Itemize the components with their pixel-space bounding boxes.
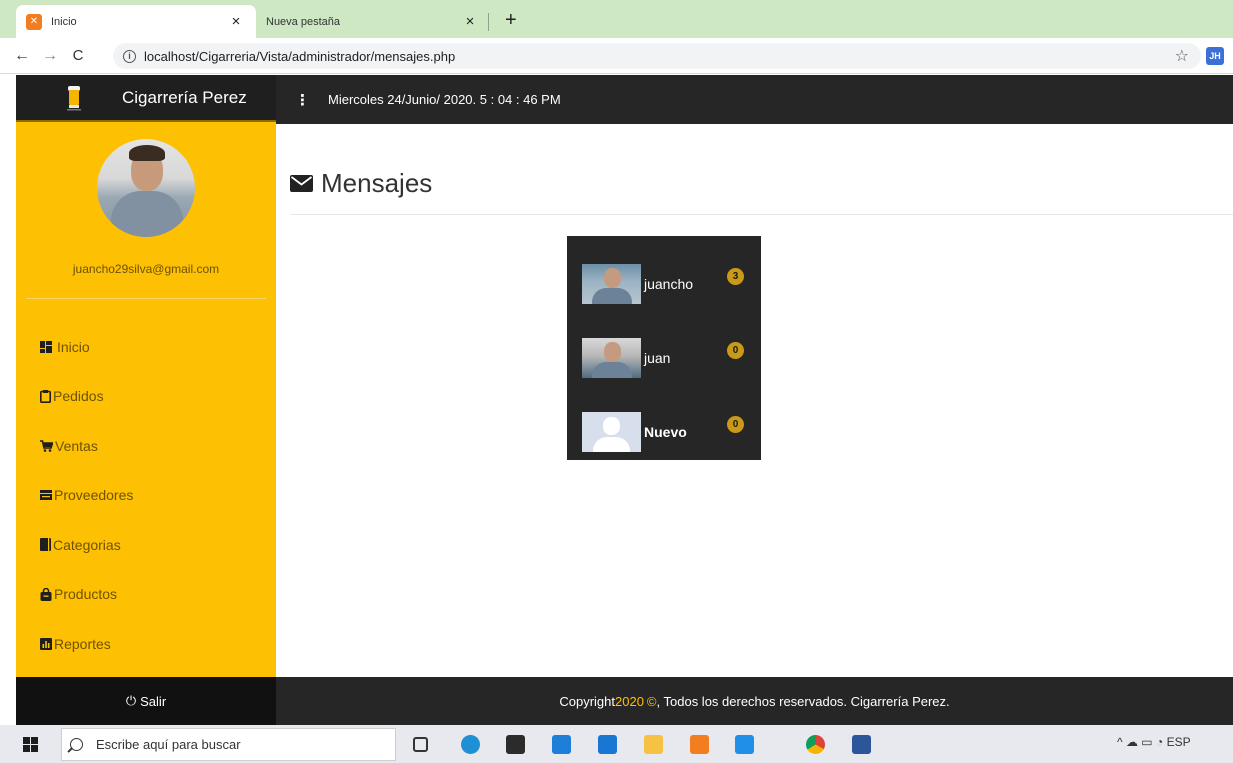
vscode-icon[interactable]	[735, 735, 754, 754]
sidebar-item-label: Reportes	[54, 635, 111, 652]
xampp-taskbar-icon[interactable]	[690, 735, 709, 754]
sidebar-item-categorias[interactable]: Categorias	[16, 520, 276, 570]
system-tray[interactable]: ^ ☁ ▭ ◔ ESP	[1117, 735, 1191, 749]
conversation-item[interactable]: juan 0	[567, 336, 761, 410]
tab-inicio[interactable]: ✕ Inicio ×	[16, 5, 256, 38]
sidebar-item-inicio[interactable]: Inicio	[16, 322, 276, 372]
clipboard-icon	[40, 389, 51, 403]
sidebar-item-label: Inicio	[57, 338, 90, 355]
sidebar-item-label: Categorias	[53, 536, 121, 553]
unread-count-badge: 0	[727, 342, 744, 359]
word-icon[interactable]	[852, 735, 871, 754]
truck-icon	[40, 490, 52, 501]
sidebar-item-label: Productos	[54, 586, 118, 603]
file-explorer-icon[interactable]	[644, 735, 663, 754]
footer-year: 2020	[615, 693, 644, 709]
sidebar-item-productos[interactable]: Productos	[16, 570, 276, 620]
conversation-item[interactable]: Nuevo 0	[567, 410, 761, 484]
footer-prefix: Copyright	[559, 693, 615, 709]
tab-title: Nueva pestaña	[266, 15, 340, 28]
new-tab-button[interactable]: +	[505, 10, 517, 30]
tab-nueva-pestana[interactable]: Nueva pestaña ×	[256, 5, 501, 38]
envelope-icon	[290, 175, 313, 192]
top-bar: ⋮ Miercoles 24/Junio/ 2020. 5 : 04 : 46 …	[276, 75, 1233, 124]
user-avatar	[97, 139, 195, 237]
sidebar: Cigarrería Perez juancho29silva@gmail.co…	[16, 75, 276, 677]
url-text: localhost/Cigarreria/Vista/administrador…	[144, 48, 456, 64]
page-title-text: Mensajes	[321, 168, 433, 198]
default-avatar-icon	[582, 412, 641, 452]
sidebar-item-proveedores[interactable]: Proveedores	[16, 471, 276, 521]
close-icon[interactable]: ×	[462, 13, 478, 30]
datetime-display: Miercoles 24/Junio/ 2020. 5 : 04 : 46 PM	[328, 92, 561, 107]
contact-name: Nuevo	[644, 424, 687, 440]
windows-start-icon[interactable]	[23, 737, 38, 752]
browser-tab-strip: ✕ Inicio × Nueva pestaña × +	[0, 0, 1233, 38]
forward-arrow-icon[interactable]: →	[36, 47, 64, 65]
box-app-icon[interactable]	[552, 735, 571, 754]
footer-suffix: , Todos los derechos reservados. Cigarre…	[656, 693, 950, 709]
xampp-icon: ✕	[26, 13, 42, 30]
terminal-icon[interactable]	[506, 735, 525, 754]
sidebar-item-label: Proveedores	[54, 487, 134, 504]
unread-count-badge: 0	[727, 416, 744, 433]
language-indicator[interactable]: ESP	[1167, 735, 1191, 749]
mail-app-icon[interactable]	[598, 735, 617, 754]
logout-label: Salir	[140, 693, 167, 709]
page-title: Mensajes	[290, 168, 432, 199]
chrome-icon[interactable]	[806, 735, 825, 754]
search-icon	[70, 738, 83, 751]
reload-icon[interactable]: C	[64, 47, 92, 64]
logout-button[interactable]: ⏻ Salir	[16, 677, 276, 725]
windows-taskbar: Escribe aquí para buscar ^ ☁ ▭ ◔ ESP	[0, 725, 1233, 763]
messages-panel: juancho 3 juan 0 Nuevo 0	[567, 236, 761, 460]
contact-name: juancho	[644, 276, 694, 292]
copyright-icon: ©	[646, 693, 657, 709]
title-divider	[290, 214, 1233, 215]
browser-toolbar: ← → C i localhost/Cigarreria/Vista/admin…	[0, 38, 1233, 74]
sidebar-item-ventas[interactable]: Ventas	[16, 421, 276, 471]
brand-header[interactable]: Cigarrería Perez	[16, 75, 276, 122]
chart-icon	[40, 637, 52, 650]
contact-avatar	[582, 338, 641, 378]
unread-count-badge: 3	[727, 268, 744, 285]
bookmark-star-icon[interactable]: ☆	[1175, 46, 1189, 66]
info-icon[interactable]: i	[123, 49, 136, 63]
beer-mug-logo-icon	[67, 85, 81, 110]
cart-icon	[40, 439, 53, 452]
sidebar-item-label: Ventas	[55, 437, 98, 454]
close-icon[interactable]: ×	[228, 13, 244, 30]
taskbar-search-input[interactable]: Escribe aquí para buscar	[61, 728, 396, 761]
sidebar-item-reportes[interactable]: Reportes	[16, 619, 276, 669]
bag-icon	[40, 587, 52, 601]
power-icon: ⏻	[125, 693, 137, 708]
sidebar-nav: Inicio Pedidos Ventas Proveedores Catego…	[16, 322, 276, 669]
book-icon	[40, 538, 51, 552]
search-placeholder: Escribe aquí para buscar	[96, 737, 241, 752]
contact-name: juan	[644, 350, 671, 366]
back-arrow-icon[interactable]: ←	[8, 47, 36, 65]
sidebar-divider	[26, 298, 266, 299]
user-email: juancho29silva@gmail.com	[72, 262, 220, 276]
contact-avatar	[582, 264, 641, 304]
conversation-item[interactable]: juancho 3	[567, 262, 761, 336]
address-bar[interactable]: i localhost/Cigarreria/Vista/administrad…	[113, 43, 1201, 69]
sidebar-item-pedidos[interactable]: Pedidos	[16, 372, 276, 422]
footer: Copyright 2020 © , Todos los derechos re…	[276, 677, 1233, 725]
sidebar-item-label: Pedidos	[53, 388, 104, 405]
main-content: Mensajes juancho 3 juan 0 Nuevo 0	[276, 124, 1233, 677]
dashboard-icon	[40, 340, 52, 353]
kebab-menu-icon[interactable]: ⋮	[295, 91, 310, 109]
brand-name: Cigarrería Perez	[122, 87, 247, 107]
tab-title: Inicio	[51, 15, 77, 28]
task-view-icon[interactable]	[413, 737, 428, 752]
tab-separator	[488, 12, 489, 31]
edge-icon[interactable]	[461, 735, 480, 754]
profile-avatar-button[interactable]: JH	[1206, 47, 1224, 65]
